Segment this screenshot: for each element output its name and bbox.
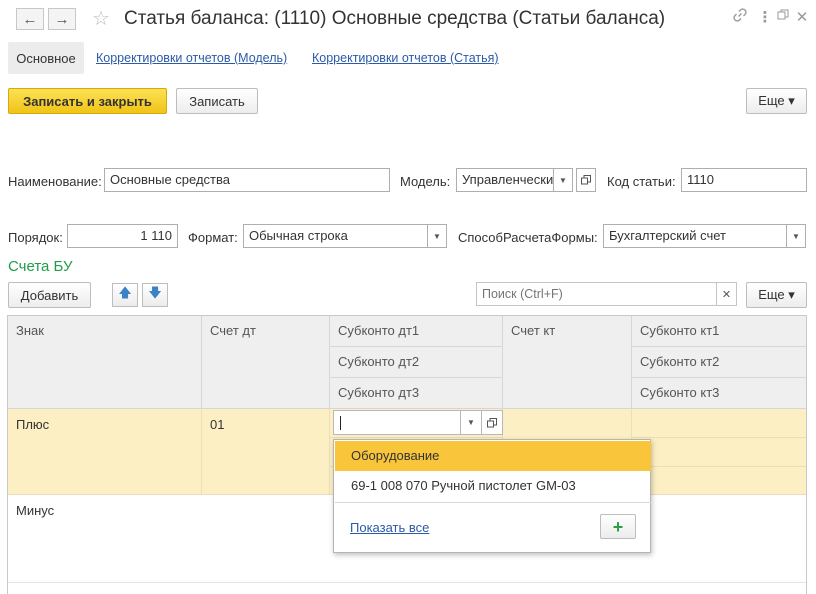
column-header-subconto-debit-2[interactable]: Субконто дт2	[330, 347, 503, 378]
column-header-credit[interactable]: Счет кт	[503, 316, 632, 409]
cell-debit[interactable]	[202, 495, 330, 582]
chevron-down-icon: ▼	[467, 418, 475, 427]
show-all-link[interactable]: Показать все	[350, 520, 429, 535]
page-title: Статья баланса: (1110) Основные средства…	[124, 8, 666, 29]
dropdown-option[interactable]: 69-1 008 070 Ручной пистолет GM-03	[335, 471, 651, 501]
subconto-debit-1-input[interactable]	[333, 410, 461, 435]
column-header-debit[interactable]: Счет дт	[202, 316, 330, 409]
chevron-down-icon: ▼	[559, 175, 567, 185]
divider	[335, 502, 651, 503]
link-icon[interactable]	[730, 8, 750, 26]
code-label: Код статьи:	[607, 174, 676, 189]
cell-debit[interactable]: 01	[202, 409, 330, 494]
format-dropdown-button[interactable]: ▼	[427, 224, 447, 248]
column-header-subconto-debit-3[interactable]: Субконто дт3	[330, 378, 503, 409]
add-new-button[interactable]: +	[600, 514, 636, 539]
star-icon[interactable]: ☆	[92, 6, 110, 31]
add-button[interactable]: Добавить	[8, 282, 91, 308]
model-label: Модель:	[400, 174, 451, 189]
column-header-sign[interactable]: Знак	[8, 316, 202, 409]
accounts-section-title: Счета БУ	[8, 258, 73, 275]
column-header-subconto-credit-3[interactable]: Субконто кт3	[632, 378, 806, 409]
method-label: СпособРасчетаФормы:	[458, 230, 598, 245]
order-field[interactable]: 1 110	[67, 224, 178, 248]
format-label: Формат:	[188, 230, 238, 245]
method-dropdown-button[interactable]: ▼	[786, 224, 806, 248]
choice-dropdown: Оборудование 69-1 008 070 Ручной пистоле…	[333, 439, 651, 553]
restore-window-icon[interactable]	[773, 8, 793, 25]
more-button[interactable]: Еще ▾	[746, 88, 807, 114]
search-input[interactable]	[476, 282, 717, 306]
subconto-open-button[interactable]	[481, 410, 503, 435]
name-label: Наименование:	[8, 174, 102, 189]
table-more-button[interactable]: Еще ▾	[746, 282, 807, 308]
method-field[interactable]: Бухгалтерский счет	[603, 224, 787, 248]
text-cursor	[340, 416, 341, 430]
order-label: Порядок:	[8, 230, 63, 245]
save-and-close-button[interactable]: Записать и закрыть	[8, 88, 167, 114]
open-icon	[581, 175, 591, 185]
model-dropdown-button[interactable]: ▼	[553, 168, 573, 192]
arrow-up-icon: 🡅	[118, 285, 132, 300]
clear-search-button[interactable]: ✕	[716, 282, 737, 306]
cell-sign[interactable]: Минус	[8, 495, 202, 582]
format-field[interactable]: Обычная строка	[243, 224, 428, 248]
cell-sign[interactable]: Плюс	[8, 409, 202, 494]
arrow-right-icon: →	[54, 10, 70, 28]
chevron-down-icon: ▼	[792, 231, 800, 241]
arrow-left-icon: ←	[22, 10, 38, 28]
tab-model-adjustments[interactable]: Корректировки отчетов (Модель)	[96, 51, 287, 65]
model-field[interactable]: Управленчески	[456, 168, 554, 192]
code-field[interactable]: 1110	[681, 168, 807, 192]
plus-icon: +	[612, 516, 624, 537]
dropdown-option-selected[interactable]: Оборудование	[335, 441, 651, 471]
more-vertical-icon[interactable]: ⋮	[755, 8, 775, 26]
column-header-subconto-debit-1[interactable]: Субконто дт1	[330, 316, 503, 347]
move-down-button[interactable]: 🡇	[142, 283, 168, 307]
model-open-button[interactable]	[576, 168, 596, 192]
forward-button[interactable]: →	[48, 8, 76, 30]
name-field[interactable]: Основные средства	[104, 168, 390, 192]
tab-item-adjustments[interactable]: Корректировки отчетов (Статья)	[312, 51, 499, 65]
close-icon[interactable]: ✕	[792, 8, 812, 26]
cell-subconto-credit	[632, 409, 806, 494]
column-header-subconto-credit-2[interactable]: Субконто кт2	[632, 347, 806, 378]
subconto-dropdown-button[interactable]: ▼	[460, 410, 482, 435]
back-button[interactable]: ←	[16, 8, 44, 30]
arrow-down-icon: 🡇	[148, 285, 162, 300]
move-up-button[interactable]: 🡅	[112, 283, 138, 307]
save-button[interactable]: Записать	[176, 88, 258, 114]
clear-icon: ✕	[721, 288, 732, 301]
open-icon	[487, 417, 497, 427]
column-header-subconto-credit-1[interactable]: Субконто кт1	[632, 316, 806, 347]
chevron-down-icon: ▼	[433, 231, 441, 241]
tab-main[interactable]: Основное	[8, 42, 84, 74]
